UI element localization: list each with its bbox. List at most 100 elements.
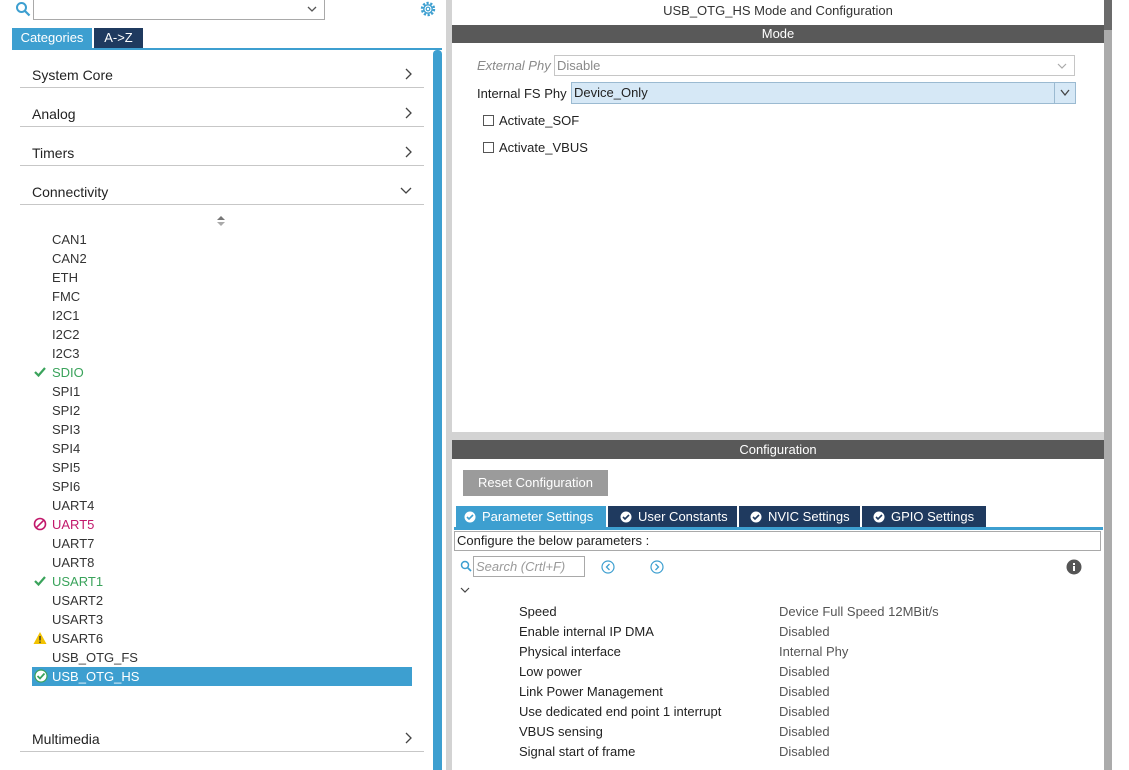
param-name-internal-dma: Enable internal IP DMA: [519, 624, 654, 639]
external-phy-value: Disable: [557, 58, 601, 73]
check-icon: [34, 576, 46, 587]
category-timers[interactable]: Timers: [20, 136, 424, 166]
internal-fs-phy-label: Internal FS Phy: [477, 86, 567, 101]
list-item-i2c2[interactable]: I2C2: [52, 325, 79, 344]
tab-nvic-settings[interactable]: NVIC Settings: [739, 506, 860, 527]
tab-gpio-settings[interactable]: GPIO Settings: [862, 506, 986, 527]
external-phy-select[interactable]: Disable: [554, 55, 1075, 76]
list-item-i2c1[interactable]: I2C1: [52, 306, 79, 325]
list-item-spi2[interactable]: SPI2: [52, 401, 80, 420]
param-name-low-power: Low power: [519, 664, 582, 679]
tabs-underline: [454, 527, 1103, 530]
list-item-usart6[interactable]: USART6: [52, 629, 103, 648]
info-icon[interactable]: [1066, 559, 1082, 575]
list-item-fmc[interactable]: FMC: [52, 287, 80, 306]
activate-sof-checkbox[interactable]: [483, 115, 494, 126]
category-search-combo[interactable]: [33, 0, 325, 20]
param-value-low-power[interactable]: Disabled: [779, 664, 830, 679]
list-item-spi6[interactable]: SPI6: [52, 477, 80, 496]
configuration-header: Configuration: [452, 440, 1104, 459]
list-item-spi1[interactable]: SPI1: [52, 382, 80, 401]
category-label: Timers: [32, 145, 75, 161]
outer-scrollbar-thumb[interactable]: [1104, 0, 1112, 30]
list-item-usart1[interactable]: USART1: [52, 572, 103, 591]
page-title: USB_OTG_HS Mode and Configuration: [663, 3, 893, 18]
list-item-uart7[interactable]: UART7: [52, 534, 94, 553]
list-item-uart4[interactable]: UART4: [52, 496, 94, 515]
internal-fs-phy-value: Device_Only: [574, 85, 648, 100]
param-name-signal-sof: Signal start of frame: [519, 744, 636, 759]
chevron-down-icon[interactable]: [459, 586, 471, 596]
tab-label: User Constants: [638, 509, 728, 524]
list-item-can2[interactable]: CAN2: [52, 249, 87, 268]
list-item-uart5[interactable]: UART5: [52, 515, 94, 534]
list-item-usart3[interactable]: USART3: [52, 610, 103, 629]
chevron-right-icon: [405, 68, 412, 80]
chevron-down-icon: [1057, 63, 1067, 69]
parameter-search-input[interactable]: Search (Crtl+F): [473, 556, 585, 577]
arrow-right-circle-icon[interactable]: [650, 560, 664, 574]
activate-vbus-label: Activate_VBUS: [499, 140, 588, 155]
param-value-physical-interface[interactable]: Internal Phy: [779, 644, 848, 659]
category-connectivity[interactable]: Connectivity: [20, 175, 424, 205]
activate-sof-label: Activate_SOF: [499, 113, 580, 128]
list-item-usart2[interactable]: USART2: [52, 591, 103, 610]
category-label: Analog: [32, 106, 76, 122]
outer-scrollbar[interactable]: [1104, 0, 1112, 770]
category-system-core[interactable]: System Core: [20, 58, 424, 88]
chevron-down-icon: [400, 187, 412, 194]
check-circle-icon: [34, 669, 48, 683]
check-circle-icon: [750, 511, 762, 523]
horizontal-splitter[interactable]: [452, 432, 1104, 440]
check-icon: [34, 367, 46, 378]
param-value-link-power-management[interactable]: Disabled: [779, 684, 830, 699]
list-item-can1[interactable]: CAN1: [52, 230, 87, 249]
param-name-link-power-management: Link Power Management: [519, 684, 663, 699]
param-value-dedicated-ep1-interrupt[interactable]: Disabled: [779, 704, 830, 719]
sort-handle-icon[interactable]: [216, 215, 226, 227]
search-icon[interactable]: [15, 1, 31, 17]
category-label: Connectivity: [32, 184, 109, 200]
param-name-dedicated-ep1-interrupt: Use dedicated end point 1 interrupt: [519, 704, 722, 719]
tab-categories[interactable]: Categories: [12, 28, 92, 48]
list-item-usb-otg-hs[interactable]: USB_OTG_HS: [52, 667, 139, 686]
category-multimedia[interactable]: Multimedia: [20, 722, 424, 752]
list-item-spi5[interactable]: SPI5: [52, 458, 80, 477]
param-name-physical-interface: Physical interface: [519, 644, 621, 659]
reset-configuration-button[interactable]: Reset Configuration: [463, 470, 608, 496]
list-item-uart8[interactable]: UART8: [52, 553, 94, 572]
tab-parameter-settings[interactable]: Parameter Settings: [456, 506, 606, 527]
external-phy-label: External Phy: [477, 58, 551, 73]
gear-icon[interactable]: [419, 0, 437, 18]
tab-a-to-z[interactable]: A->Z: [94, 28, 143, 48]
list-item-sdio[interactable]: SDIO: [52, 363, 84, 382]
chevron-right-icon: [405, 732, 412, 744]
param-value-internal-dma[interactable]: Disabled: [779, 624, 830, 639]
tab-user-constants[interactable]: User Constants: [608, 506, 737, 527]
list-item-spi4[interactable]: SPI4: [52, 439, 80, 458]
select-separator: [1054, 83, 1055, 103]
list-item-spi3[interactable]: SPI3: [52, 420, 80, 439]
param-value-speed[interactable]: Device Full Speed 12MBit/s: [779, 604, 939, 619]
activate-vbus-checkbox[interactable]: [483, 142, 494, 153]
arrow-left-circle-icon[interactable]: [601, 560, 615, 574]
category-analog[interactable]: Analog: [20, 97, 424, 127]
list-item-eth[interactable]: ETH: [52, 268, 78, 287]
tabs-underline: [12, 48, 442, 50]
param-value-vbus-sensing[interactable]: Disabled: [779, 724, 830, 739]
warning-icon: [33, 632, 47, 644]
check-circle-icon: [873, 511, 885, 523]
configure-instructions: Configure the below parameters :: [454, 531, 1101, 551]
check-circle-icon: [620, 511, 632, 523]
tab-label: Parameter Settings: [482, 509, 594, 524]
param-value-signal-sof[interactable]: Disabled: [779, 744, 830, 759]
chevron-right-icon: [405, 107, 412, 119]
blocked-icon: [33, 517, 47, 531]
category-label: Multimedia: [32, 731, 100, 747]
left-scrollbar[interactable]: [433, 50, 442, 770]
internal-fs-phy-select[interactable]: Device_Only: [571, 82, 1076, 104]
list-item-usb-otg-fs[interactable]: USB_OTG_FS: [52, 648, 138, 667]
tab-label: GPIO Settings: [891, 509, 975, 524]
list-item-i2c3[interactable]: I2C3: [52, 344, 79, 363]
category-label: System Core: [32, 67, 113, 83]
